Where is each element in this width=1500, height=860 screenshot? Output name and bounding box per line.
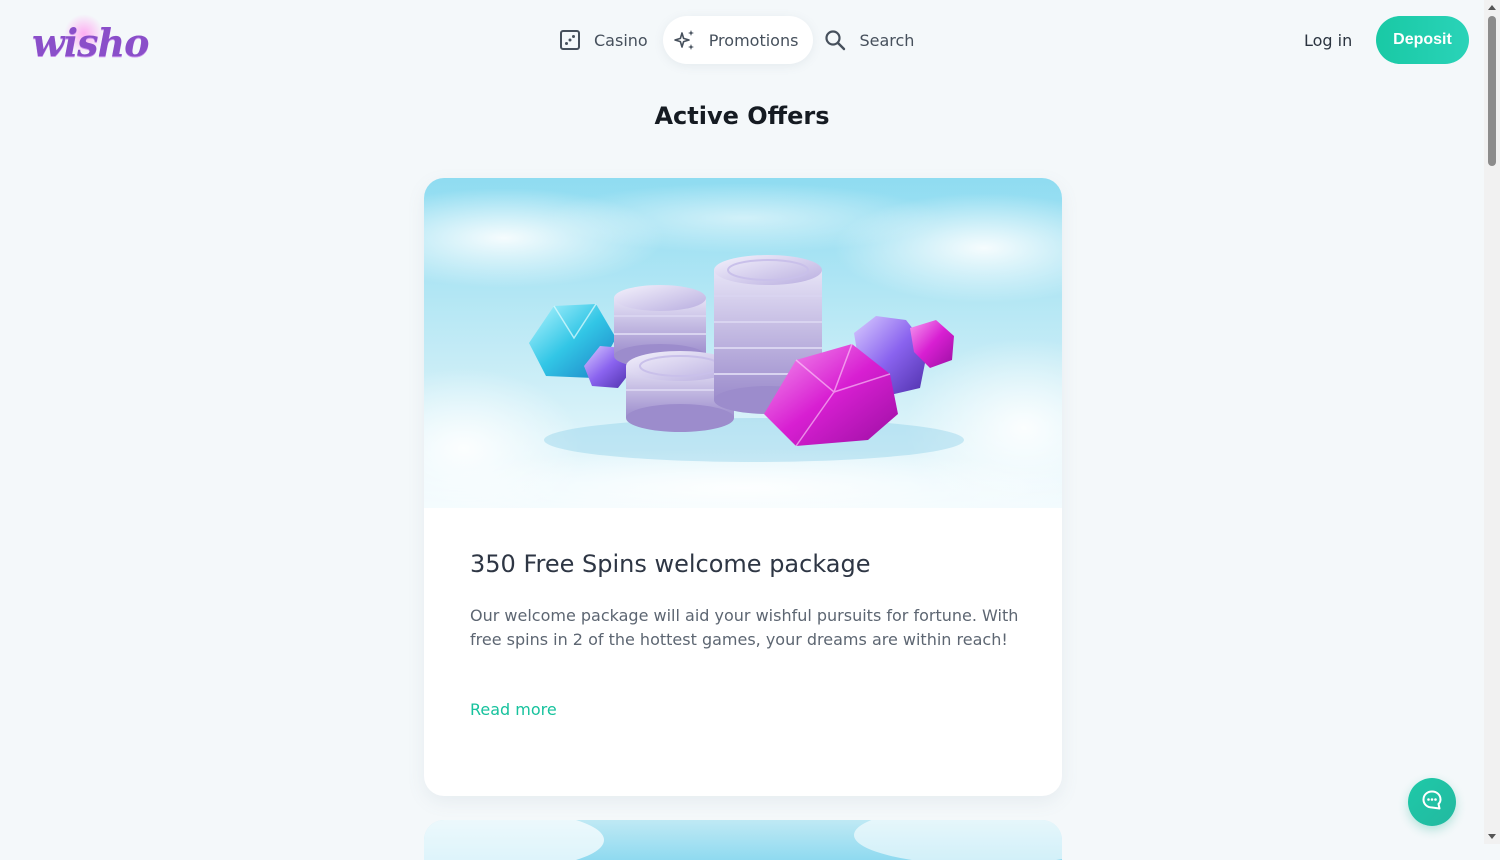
chat-icon <box>1421 789 1443 815</box>
nav-item-search[interactable]: Search <box>813 16 929 64</box>
nav-label-search: Search <box>859 30 915 50</box>
page-scrollbar[interactable] <box>1484 0 1500 844</box>
scroll-down-arrow[interactable] <box>1488 834 1496 839</box>
wisho-logo[interactable]: wisho <box>30 14 150 70</box>
chat-button[interactable] <box>1408 778 1456 826</box>
nav-item-casino[interactable]: Casino <box>548 16 663 64</box>
scroll-up-arrow[interactable] <box>1488 5 1496 10</box>
offer-description: Our welcome package will aid your wishfu… <box>470 606 1019 649</box>
read-more-link[interactable]: Read more <box>470 700 557 719</box>
offer-content: 350 Free Spins welcome package Our welco… <box>470 550 1020 652</box>
search-icon <box>823 28 847 52</box>
offer-title: 350 Free Spins welcome package <box>470 550 871 578</box>
nav-label-promotions: Promotions <box>708 30 799 50</box>
page-title: Active Offers <box>654 102 830 130</box>
offer-hero-image <box>424 178 1062 528</box>
nav-item-promotions[interactable]: Promotions <box>662 16 814 64</box>
offer-card: 350 Free Spins welcome package Our welco… <box>424 178 1062 796</box>
logo-text: wisho <box>32 20 150 65</box>
main-nav: Casino Promotions Search <box>548 16 929 64</box>
sparkles-icon <box>673 28 697 52</box>
scroll-thumb[interactable] <box>1488 16 1496 166</box>
dice-icon <box>558 28 582 52</box>
next-offer-card[interactable] <box>424 820 1062 860</box>
site-header: wisho Casino Promotions Search Log in De… <box>0 0 1484 80</box>
nav-label-casino: Casino <box>594 30 648 50</box>
login-link[interactable]: Log in <box>1290 22 1366 58</box>
deposit-button[interactable]: Deposit <box>1376 16 1469 64</box>
